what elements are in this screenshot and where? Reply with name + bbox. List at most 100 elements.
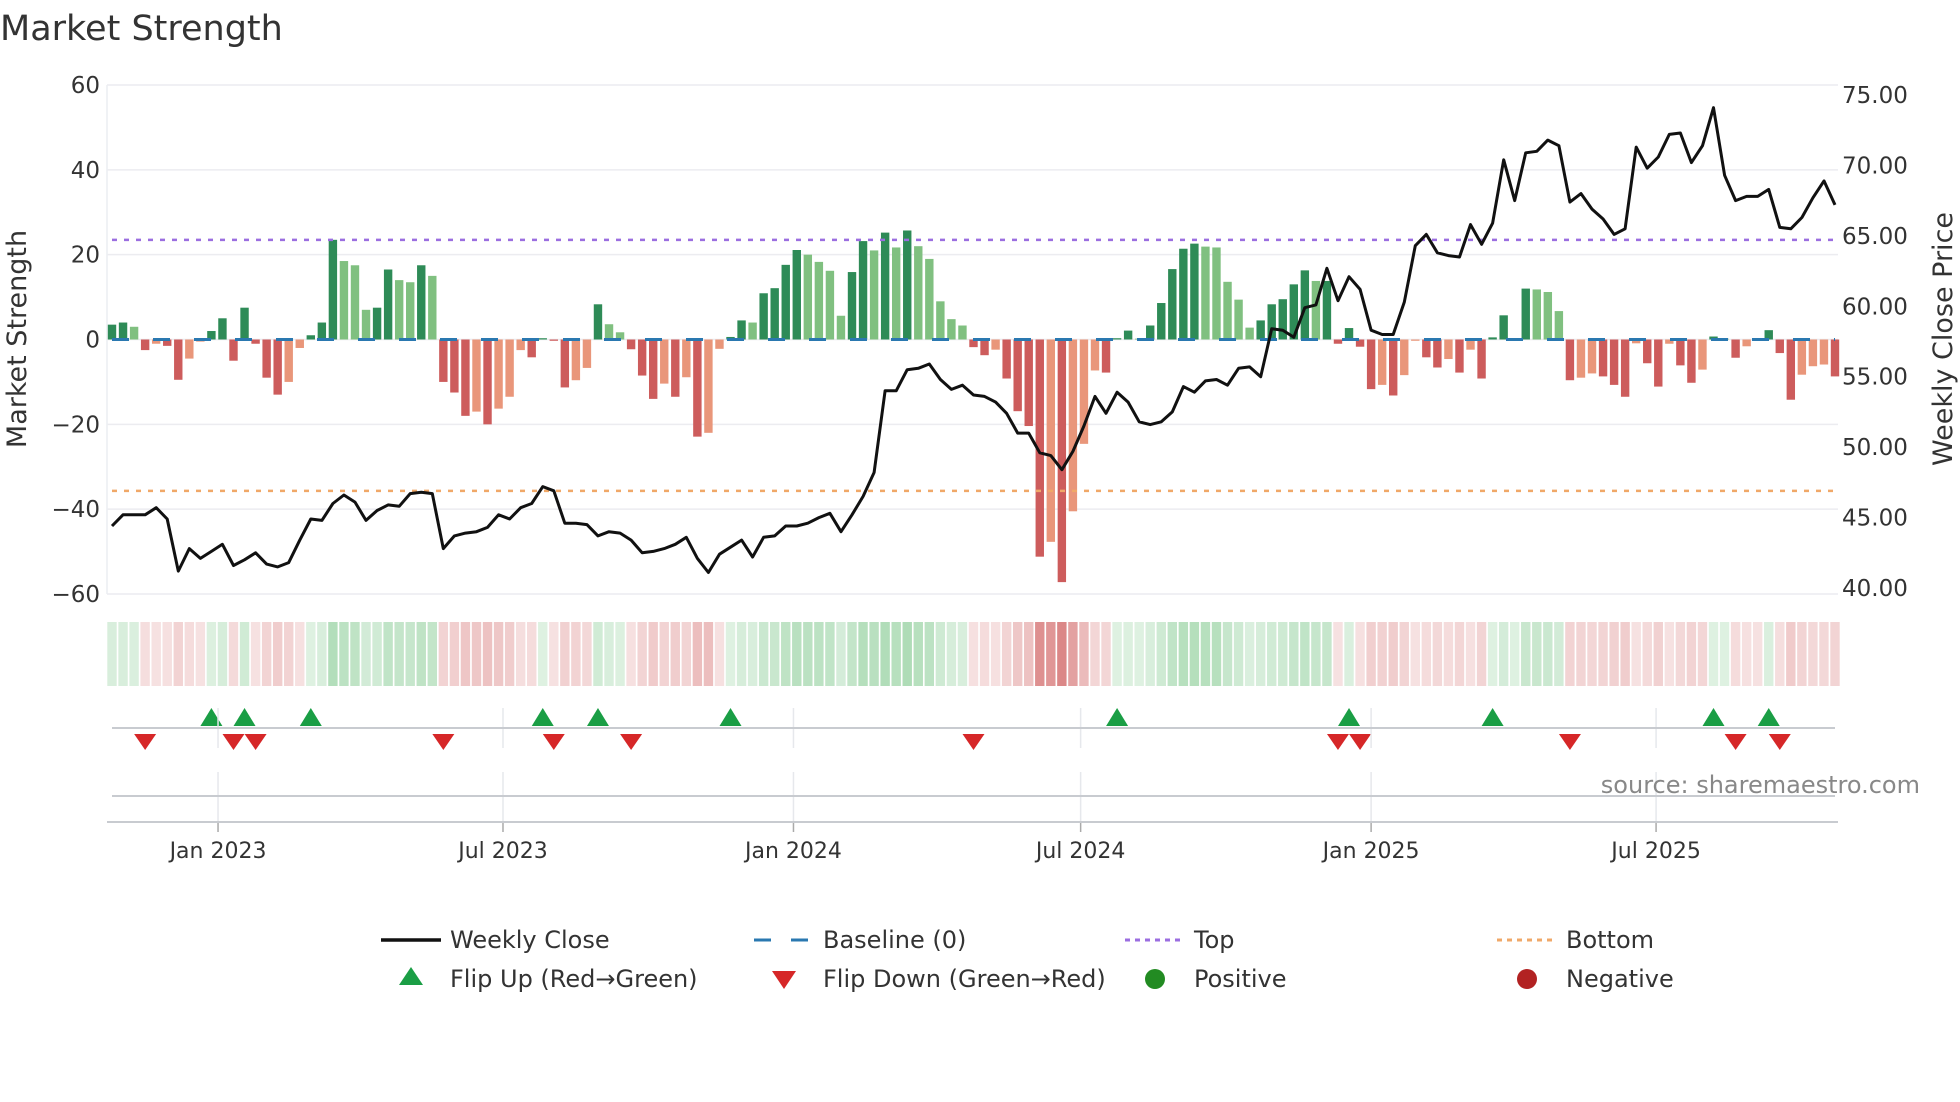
x-tick-label: Jan 2024 — [743, 839, 842, 864]
heat-cell — [350, 622, 360, 686]
heat-cell — [1300, 622, 1310, 686]
heat-cell — [747, 622, 758, 686]
strength-bar — [1101, 339, 1111, 373]
strength-bar — [273, 339, 282, 395]
strength-bar — [1389, 339, 1398, 396]
y-tick-label: 20 — [71, 243, 100, 269]
strength-bar — [527, 339, 536, 358]
strength-bar — [1234, 299, 1243, 340]
x-axis: Jan 2023 Jul 2023 Jan 2024 Jul 2024 Jan 2025… — [107, 708, 1838, 864]
heat-cell — [1741, 622, 1752, 686]
strength-bar — [1466, 339, 1475, 350]
strength-bar — [538, 338, 547, 340]
heat-cell — [781, 622, 791, 686]
strength-bar — [1543, 291, 1553, 340]
legend-label: Top — [1193, 926, 1235, 954]
strength-heat-strip — [107, 622, 1840, 686]
strength-bar — [1046, 339, 1056, 542]
flip-down-marker — [1768, 734, 1791, 750]
strength-bar — [1344, 328, 1354, 340]
strength-bar — [1377, 339, 1387, 385]
heat-cell — [1377, 622, 1387, 686]
heat-cell — [1554, 622, 1564, 686]
flip-up-marker — [1702, 708, 1725, 726]
strength-bar — [406, 282, 415, 340]
heat-cell — [1532, 622, 1542, 686]
heat-cell — [725, 622, 736, 686]
strength-bar — [1797, 339, 1807, 375]
strength-bar — [1024, 339, 1033, 427]
heat-cell — [1708, 622, 1719, 686]
heat-cell — [792, 622, 802, 686]
flip-up-marker — [200, 708, 223, 726]
heat-cell — [648, 622, 658, 686]
heat-cell — [1222, 622, 1233, 686]
heat-cell — [184, 622, 195, 686]
heat-cell — [1786, 622, 1796, 686]
heat-cell — [1311, 622, 1321, 686]
heat-cell — [1587, 622, 1597, 686]
strength-bar — [1256, 320, 1265, 340]
flip-up-marker — [1106, 708, 1129, 726]
strength-bar — [1333, 339, 1343, 344]
heat-cell — [1244, 622, 1255, 686]
y-tick-label: −60 — [51, 582, 100, 608]
legend-dot-positive-icon — [1145, 969, 1165, 989]
heat-cell — [803, 622, 813, 686]
strength-bar — [472, 339, 481, 412]
flip-up-marker — [531, 708, 554, 726]
strength-bar — [880, 232, 890, 340]
heat-cell — [482, 622, 493, 686]
heat-cell — [1024, 622, 1034, 686]
strength-bar — [1808, 339, 1818, 367]
strength-bar — [792, 250, 801, 340]
heat-cell — [758, 622, 769, 686]
heat-cell — [383, 622, 393, 686]
heat-cell — [1653, 622, 1663, 686]
heat-cell — [1443, 622, 1454, 686]
y-right-tick-label: 60.00 — [1842, 294, 1908, 320]
strength-bar — [549, 339, 558, 341]
heat-cell — [1642, 622, 1652, 686]
strength-bar — [317, 322, 327, 340]
strength-bar — [118, 322, 128, 340]
flip-down-marker — [1558, 734, 1581, 750]
heat-cell — [825, 622, 835, 686]
strength-bar — [1477, 339, 1486, 379]
strength-bar — [1123, 330, 1133, 340]
strength-bar — [980, 339, 989, 356]
heat-cell — [902, 622, 912, 686]
heat-cell — [1521, 622, 1531, 686]
flip-down-marker — [962, 734, 985, 750]
heat-cell — [1686, 622, 1697, 686]
heat-cell — [1112, 622, 1122, 686]
strength-bar — [1742, 339, 1751, 347]
strength-bar — [394, 280, 404, 340]
heat-cell — [427, 622, 438, 686]
strength-bar — [483, 339, 492, 425]
heat-cell — [1079, 622, 1089, 686]
heat-cell — [515, 622, 526, 686]
heat-cell — [1046, 622, 1056, 686]
legend-label: Flip Down (Green→Red) — [823, 965, 1106, 993]
heat-cell — [328, 622, 338, 686]
heat-cell — [107, 622, 117, 686]
strength-bar — [1576, 339, 1586, 378]
y-right-tick-label: 50.00 — [1842, 435, 1908, 461]
strength-bar — [129, 326, 139, 340]
heat-cell — [1035, 622, 1045, 686]
flip-down-marker — [542, 734, 565, 750]
heat-cell — [1730, 622, 1741, 686]
heat-cell — [1255, 622, 1266, 686]
y-right-tick-label: 75.00 — [1842, 83, 1908, 109]
strength-bar — [251, 339, 260, 344]
heat-cell — [1134, 622, 1144, 686]
strength-bar — [648, 339, 658, 399]
strength-bar — [383, 269, 393, 340]
strength-bar — [1013, 339, 1022, 412]
strength-bars — [107, 230, 1840, 583]
strength-bar — [185, 339, 194, 359]
heat-cell — [460, 622, 471, 686]
x-tick-label: Jul 2025 — [1609, 839, 1701, 864]
strength-bar — [1819, 339, 1829, 365]
